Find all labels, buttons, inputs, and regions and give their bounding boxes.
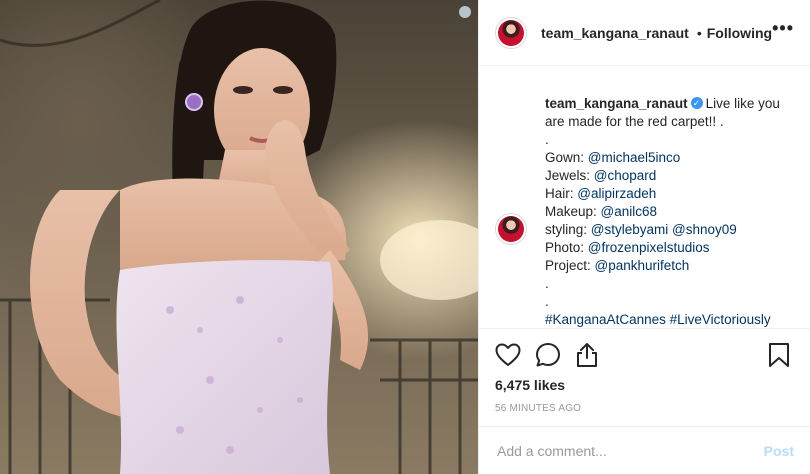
post-comment-button[interactable]: Post <box>764 443 794 459</box>
more-options-icon[interactable]: ••• <box>772 18 794 47</box>
action-icons <box>495 341 794 369</box>
comments-section[interactable]: team_kangana_ranaut ✓ Live like you are ma… <box>479 67 810 327</box>
add-comment-bar: Post <box>479 426 810 474</box>
mention-link[interactable]: @michael5inco <box>588 150 681 165</box>
caption-line: #KanganaAtCannes #LiveVictoriously <box>545 311 794 327</box>
header-avatar[interactable] <box>495 16 527 49</box>
caption-line-text: Photo: <box>545 240 588 255</box>
caption-line: Jewels: @chopard <box>545 167 794 185</box>
mention-link[interactable]: @alipirzadeh <box>577 186 656 201</box>
caption-line: Gown: @michael5inco <box>545 149 794 167</box>
comment-input[interactable] <box>495 441 764 460</box>
caption-line: team_kangana_ranaut ✓ Live like you are ma… <box>545 95 794 131</box>
caption-username[interactable]: team_kangana_ranaut <box>545 96 688 111</box>
caption-line-text: Project: <box>545 258 595 273</box>
heart-icon[interactable] <box>495 343 521 367</box>
caption-line: Project: @pankhurifetch <box>545 257 794 275</box>
caption-line: . <box>545 293 794 311</box>
caption-line-text: . <box>545 276 549 291</box>
mention-link[interactable]: @frozenpixelstudios <box>588 240 710 255</box>
caption-line: Photo: @frozenpixelstudios <box>545 239 794 257</box>
caption-avatar[interactable] <box>495 213 527 245</box>
caption-line-text: . <box>545 294 549 309</box>
header-username[interactable]: team_kangana_ranaut <box>541 25 689 41</box>
mention-link[interactable]: @stylebyami <box>591 222 668 237</box>
post-sidebar: team_kangana_ranaut • Following ••• team… <box>478 0 810 474</box>
share-icon[interactable] <box>575 342 599 368</box>
caption-line: Hair: @alipirzadeh <box>545 185 794 203</box>
caption-line: styling: @stylebyami @shnoy09 <box>545 221 794 239</box>
mention-link[interactable]: @anilc68 <box>601 204 658 219</box>
caption-line-text: Makeup: <box>545 204 601 219</box>
caption-line-text: Hair: <box>545 186 578 201</box>
likes-count[interactable]: 6,475 likes <box>495 377 794 393</box>
photo-illustration <box>0 0 478 474</box>
caption-line-text: Jewels: <box>545 168 594 183</box>
verified-badge-icon: ✓ <box>690 97 703 110</box>
hashtag-link[interactable]: #KanganaAtCannes <box>545 312 666 327</box>
caption-line-text: styling: <box>545 222 591 237</box>
caption-line-text: Gown: <box>545 150 588 165</box>
caption-line: . <box>545 275 794 293</box>
caption: team_kangana_ranaut ✓ Live like you are ma… <box>495 95 794 327</box>
post-photo[interactable] <box>0 0 478 474</box>
comment-icon[interactable] <box>535 342 561 368</box>
post-timestamp[interactable]: 56 MINUTES AGO <box>495 403 794 414</box>
mention-link[interactable]: @pankhurifetch <box>595 258 690 273</box>
header-separator: • <box>696 24 702 41</box>
bookmark-icon[interactable] <box>768 342 790 368</box>
mention-link[interactable]: @shnoy09 <box>672 222 737 237</box>
post-header: team_kangana_ranaut • Following ••• <box>479 0 810 66</box>
caption-line: Makeup: @anilc68 <box>545 203 794 221</box>
caption-line: . <box>545 131 794 149</box>
caption-line-text: . <box>545 132 549 147</box>
hashtag-link[interactable]: #LiveVictoriously <box>670 312 771 327</box>
caption-text: team_kangana_ranaut ✓ Live like you are ma… <box>545 95 794 327</box>
post-actions: 6,475 likes 56 MINUTES AGO <box>479 328 810 414</box>
following-button[interactable]: Following <box>707 25 772 41</box>
mention-link[interactable]: @chopard <box>594 168 657 183</box>
